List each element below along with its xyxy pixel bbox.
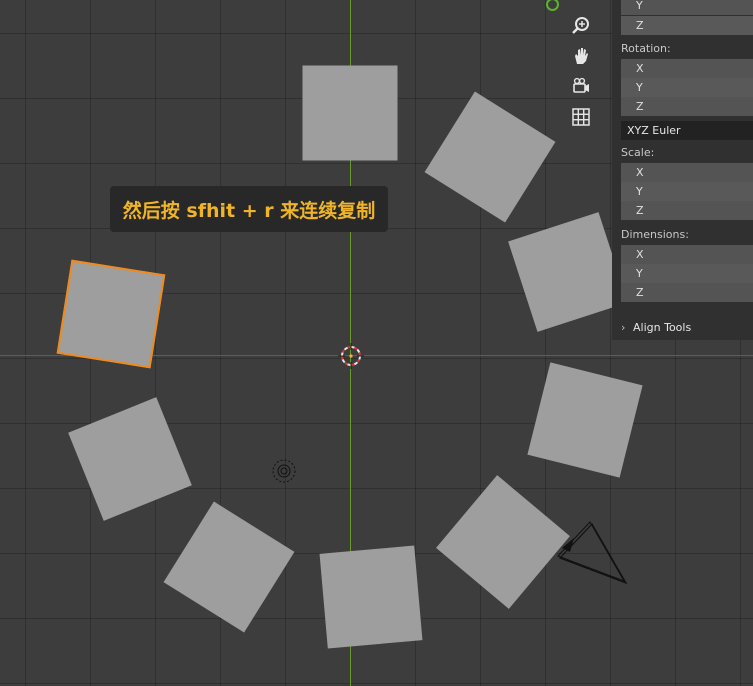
- location-y-field[interactable]: Y: [621, 0, 753, 15]
- cube-object[interactable]: [302, 65, 398, 161]
- rotation-mode-select[interactable]: XYZ Euler: [621, 121, 753, 140]
- location-z-field[interactable]: Z: [621, 16, 753, 35]
- dimensions-y-field[interactable]: Y: [621, 264, 753, 283]
- cube-object[interactable]: [424, 91, 556, 223]
- cube-object[interactable]: [163, 501, 295, 633]
- cube-object[interactable]: [436, 475, 570, 609]
- dimensions-x-field[interactable]: X: [621, 245, 753, 264]
- dimensions-z-field[interactable]: Z: [621, 283, 753, 302]
- cube-object[interactable]: [527, 362, 643, 478]
- dimensions-y-label: Y: [636, 267, 643, 280]
- camera-object-icon[interactable]: [552, 518, 632, 590]
- scale-x-field[interactable]: X: [621, 163, 753, 182]
- rotation-mode-value: XYZ Euler: [627, 124, 681, 137]
- rotation-z-label: Z: [636, 100, 644, 113]
- rotation-x-label: X: [636, 62, 644, 75]
- dimensions-label: Dimensions:: [621, 228, 689, 241]
- tooltip-text: 然后按 sfhit + r 来连续复制: [122, 199, 376, 222]
- scale-y-label: Y: [636, 185, 643, 198]
- 3d-cursor-icon[interactable]: [336, 341, 366, 371]
- location-y-label: Y: [636, 0, 643, 12]
- scale-y-field[interactable]: Y: [621, 182, 753, 201]
- cube-object[interactable]: [508, 212, 628, 332]
- camera-view-icon[interactable]: [568, 73, 594, 99]
- transform-properties-panel: Y Z Rotation: X Y Z XYZ Euler Scale: X Y…: [612, 0, 753, 340]
- scale-x-label: X: [636, 166, 644, 179]
- align-tools-header[interactable]: › Align Tools: [621, 318, 753, 338]
- scale-z-label: Z: [636, 204, 644, 217]
- scale-label: Scale:: [621, 146, 655, 159]
- cube-object[interactable]: [319, 545, 423, 649]
- grid-ortho-icon[interactable]: [568, 104, 594, 130]
- dimensions-z-label: Z: [636, 286, 644, 299]
- align-tools-label: Align Tools: [633, 321, 692, 334]
- chevron-right-icon: ›: [621, 321, 626, 334]
- scale-z-field[interactable]: Z: [621, 201, 753, 220]
- location-z-label: Z: [636, 19, 644, 32]
- hand-pan-icon[interactable]: [568, 43, 594, 69]
- rotation-z-field[interactable]: Z: [621, 97, 753, 116]
- zoom-icon[interactable]: [568, 13, 594, 39]
- selected-cube-object[interactable]: [56, 259, 166, 369]
- rotation-y-field[interactable]: Y: [621, 78, 753, 97]
- instruction-tooltip: 然后按 sfhit + r 来连续复制: [110, 186, 388, 232]
- rotation-label: Rotation:: [621, 42, 671, 55]
- rotation-y-label: Y: [636, 81, 643, 94]
- dimensions-x-label: X: [636, 248, 644, 261]
- rotation-x-field[interactable]: X: [621, 59, 753, 78]
- light-object-icon[interactable]: [270, 457, 298, 485]
- cube-object[interactable]: [68, 397, 192, 521]
